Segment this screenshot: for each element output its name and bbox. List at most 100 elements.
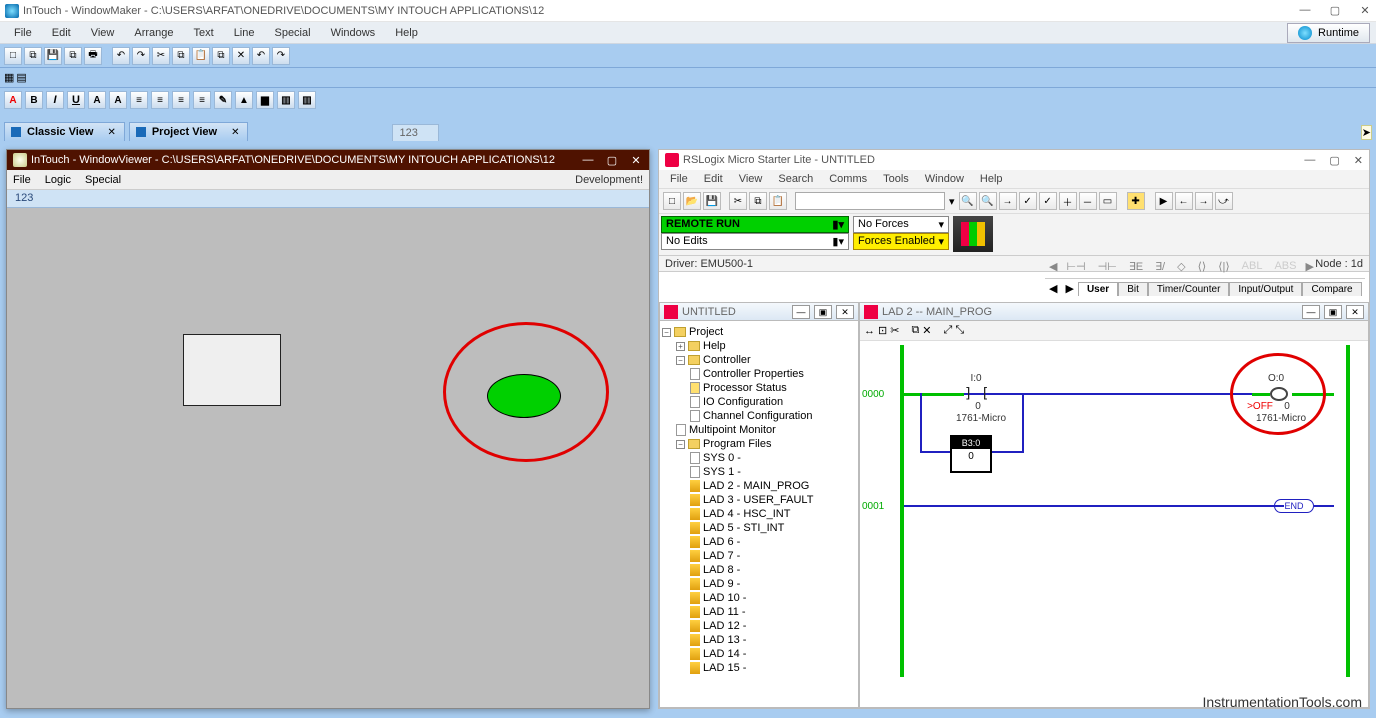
tree-body[interactable]: −Project +Help −Controller Controller Pr… <box>660 321 858 707</box>
undo-icon[interactable]: ↶ <box>112 47 130 65</box>
close-icon[interactable]: ✕ <box>107 127 115 138</box>
wv-titlebar[interactable]: InTouch - WindowViewer - C:\USERS\ARFAT\… <box>7 150 649 170</box>
open-icon[interactable]: 📂 <box>683 192 701 210</box>
tab-bit[interactable]: Bit <box>1118 282 1148 296</box>
lad-tb-icon[interactable]: ⤡ <box>955 324 964 337</box>
wv-development-label[interactable]: Development! <box>575 174 643 186</box>
dropdown-icon[interactable]: ▾ <box>947 195 957 208</box>
new-icon[interactable]: □ <box>663 192 681 210</box>
align-left-icon[interactable]: ≡ <box>130 91 148 109</box>
minimize-icon[interactable]: — <box>581 154 595 166</box>
rs-menu-file[interactable]: File <box>663 171 695 187</box>
pointer-icon[interactable]: ➤ <box>1361 125 1372 140</box>
open-icon[interactable]: ⧉ <box>24 47 42 65</box>
italic-icon[interactable]: I <box>46 91 64 109</box>
menu-windows[interactable]: Windows <box>323 25 384 41</box>
tab-classic-view[interactable]: Classic View ✕ <box>4 122 125 142</box>
zoomin-icon[interactable]: ＋ <box>1059 192 1077 210</box>
lad-tb-icon[interactable]: ✕ <box>922 324 931 337</box>
tree-project[interactable]: Project <box>689 326 723 338</box>
menu-text[interactable]: Text <box>186 25 222 41</box>
tree-lad9[interactable]: LAD 9 - <box>703 578 740 590</box>
rs-menu-comms[interactable]: Comms <box>822 171 874 187</box>
minimize-icon[interactable]: — <box>1304 154 1315 166</box>
tab-timer[interactable]: Timer/Counter <box>1148 282 1230 296</box>
menu-edit[interactable]: Edit <box>44 25 79 41</box>
tree-lad12[interactable]: LAD 12 - <box>703 620 746 632</box>
redo2-icon[interactable]: ↷ <box>272 47 290 65</box>
instr-icon[interactable]: ◇ <box>1174 260 1188 273</box>
menu-view[interactable]: View <box>83 25 123 41</box>
close-icon[interactable]: ✕ <box>836 305 854 319</box>
close-icon[interactable]: ✕ <box>1359 4 1371 17</box>
rectangle-shape[interactable] <box>183 334 281 406</box>
menu-file[interactable]: File <box>6 25 40 41</box>
font-dec-icon[interactable]: A <box>88 91 106 109</box>
fill-icon[interactable]: ▲ <box>235 91 253 109</box>
menu-help[interactable]: Help <box>387 25 426 41</box>
redo-icon[interactable]: ↷ <box>132 47 150 65</box>
save-icon[interactable]: 💾 <box>703 192 721 210</box>
ladder-body[interactable]: 0000 0001 I:0 ] [ 0 1761-Micro B3:0 0 <box>860 341 1368 707</box>
close-icon[interactable]: ✕ <box>629 154 643 167</box>
fwd-icon[interactable]: → <box>1195 192 1213 210</box>
underline-icon[interactable]: U <box>67 91 85 109</box>
find-icon[interactable]: 🔍 <box>959 192 977 210</box>
tree-lad6[interactable]: LAD 6 - <box>703 536 740 548</box>
tb2-a-icon[interactable]: ▦ <box>4 71 14 84</box>
new-icon[interactable]: □ <box>4 47 22 65</box>
tab-project-view[interactable]: Project View ✕ <box>129 122 249 142</box>
print-icon[interactable]: 🖶 <box>84 47 102 65</box>
tb2-b-icon[interactable]: ▤ <box>16 71 26 84</box>
align-right-icon[interactable]: ≡ <box>172 91 190 109</box>
tree-lad11[interactable]: LAD 11 - <box>703 606 746 618</box>
scroll-right-icon[interactable]: ▶ <box>1061 281 1077 296</box>
goto-icon[interactable]: → <box>999 192 1017 210</box>
rs-menu-search[interactable]: Search <box>771 171 820 187</box>
scroll-left-icon[interactable]: ◀ <box>1045 281 1061 296</box>
font-inc-icon[interactable]: A <box>109 91 127 109</box>
tree-lad13[interactable]: LAD 13 - <box>703 634 746 646</box>
verify2-icon[interactable]: ✓ <box>1039 192 1057 210</box>
cut-icon[interactable]: ✂ <box>152 47 170 65</box>
fit-icon[interactable]: ▭ <box>1099 192 1117 210</box>
tree-proc-status[interactable]: Processor Status <box>703 382 787 394</box>
document-tab[interactable]: 123 <box>392 124 438 142</box>
runtime-button[interactable]: Runtime <box>1287 23 1370 43</box>
saveall-icon[interactable]: ⧉ <box>64 47 82 65</box>
grad-icon[interactable]: ▥ <box>277 91 295 109</box>
copy-icon[interactable]: ⧉ <box>172 47 190 65</box>
wv-menu-file[interactable]: File <box>13 174 31 186</box>
xic-b3[interactable]: B3:0 0 <box>950 435 992 473</box>
tab-user[interactable]: User <box>1078 282 1118 296</box>
tree-io-config[interactable]: IO Configuration <box>703 396 783 408</box>
tree-lad7[interactable]: LAD 7 - <box>703 550 740 562</box>
instr-icon[interactable]: ABL <box>1239 260 1266 272</box>
tree-lad3[interactable]: LAD 3 - USER_FAULT <box>703 494 813 506</box>
maximize-icon[interactable]: ▢ <box>1329 154 1339 167</box>
rs-menu-window[interactable]: Window <box>918 171 971 187</box>
save-icon[interactable]: 💾 <box>44 47 62 65</box>
scroll-left-icon[interactable]: ◀ <box>1049 260 1057 273</box>
align-center-icon[interactable]: ≡ <box>151 91 169 109</box>
tree-titlebar[interactable]: UNTITLED — ▣ ✕ <box>660 303 858 321</box>
tree-lad4[interactable]: LAD 4 - HSC_INT <box>703 508 790 520</box>
undo2-icon[interactable]: ↶ <box>252 47 270 65</box>
findnext-icon[interactable]: 🔍 <box>979 192 997 210</box>
pen-icon[interactable]: ✎ <box>214 91 232 109</box>
color-icon[interactable]: ▆ <box>256 91 274 109</box>
ellipse-shape[interactable] <box>487 374 561 418</box>
tree-lad2[interactable]: LAD 2 - MAIN_PROG <box>703 480 809 492</box>
instr-icon[interactable]: ∃E <box>1126 260 1146 273</box>
add-icon[interactable]: ✚ <box>1127 192 1145 210</box>
rs-menu-edit[interactable]: Edit <box>697 171 730 187</box>
minimize-icon[interactable]: — <box>792 305 810 319</box>
lad-tb-icon[interactable]: ⧉ <box>911 324 919 337</box>
restore-icon[interactable]: ▣ <box>814 305 832 319</box>
close-icon[interactable]: ✕ <box>1346 305 1364 319</box>
step-icon[interactable]: ⤻ <box>1215 192 1233 210</box>
instr-icon[interactable]: ABS <box>1271 260 1299 272</box>
tree-lad15[interactable]: LAD 15 - <box>703 662 746 674</box>
menu-arrange[interactable]: Arrange <box>126 25 181 41</box>
forces-enabled-status[interactable]: Forces Enabled▾ <box>853 233 949 250</box>
